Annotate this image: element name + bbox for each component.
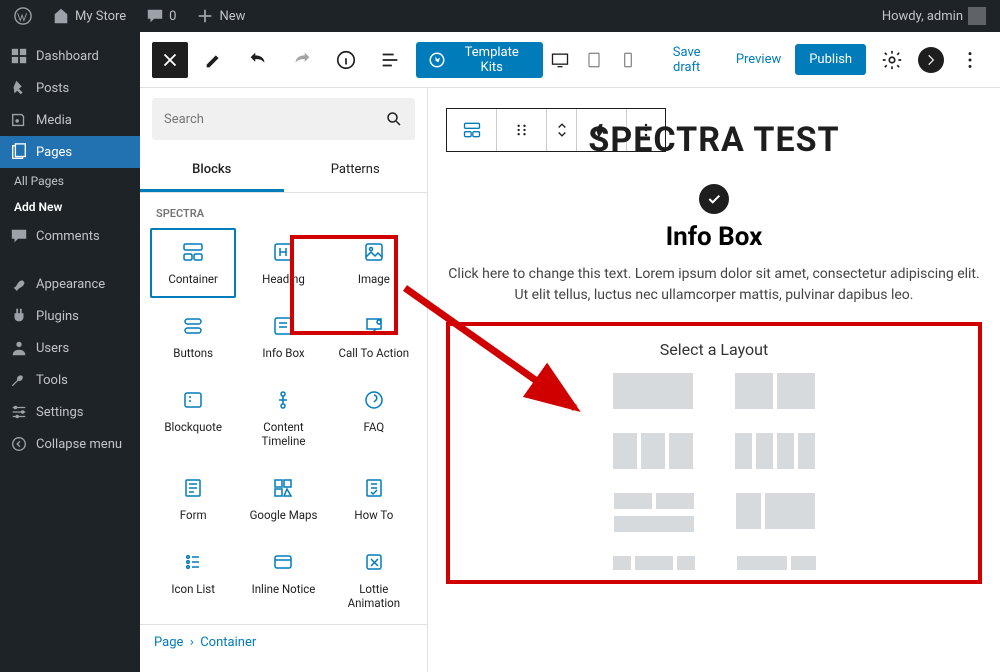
- editor-toolbar: Template Kits Save draft Preview Publish: [140, 32, 1000, 88]
- editor-canvas[interactable]: SPECTRA TEST Info Box Click here to chan…: [428, 88, 1000, 672]
- publish-button[interactable]: Publish: [795, 44, 866, 75]
- layout-b[interactable]: [737, 556, 816, 570]
- redo-button[interactable]: [284, 42, 320, 78]
- sidenav-posts[interactable]: Posts: [0, 72, 140, 104]
- save-draft-button[interactable]: Save draft: [652, 39, 722, 81]
- breadcrumb[interactable]: Page › Container: [140, 624, 427, 660]
- infobox-title[interactable]: Info Box: [446, 222, 982, 252]
- desktop-view[interactable]: [544, 44, 576, 76]
- new-content[interactable]: New: [190, 7, 251, 25]
- category-label: SPECTRA: [140, 193, 427, 226]
- block-container[interactable]: Container: [148, 226, 238, 300]
- layout-3col[interactable]: [613, 433, 693, 469]
- wp-logo[interactable]: [8, 7, 38, 25]
- layout-title: Select a Layout: [460, 340, 968, 359]
- block-inline-notice[interactable]: Inline Notice: [238, 536, 328, 624]
- block-heading[interactable]: Heading: [238, 226, 328, 300]
- check-icon: [699, 184, 729, 214]
- more-button[interactable]: [952, 42, 988, 78]
- layout-1col[interactable]: [613, 373, 693, 409]
- infobox-text[interactable]: Click here to change this text. Lorem ip…: [446, 264, 982, 306]
- block-type-icon[interactable]: [447, 109, 497, 151]
- block-blockquote[interactable]: Blockquote: [148, 374, 238, 462]
- site-name[interactable]: My Store: [46, 7, 132, 25]
- block-icon-list[interactable]: Icon List: [148, 536, 238, 624]
- layout-4col[interactable]: [735, 433, 815, 469]
- move-up-down[interactable]: [547, 109, 577, 151]
- edit-button[interactable]: [196, 42, 232, 78]
- sidenav-media[interactable]: Media: [0, 104, 140, 136]
- sidenav-appearance[interactable]: Appearance: [0, 268, 140, 300]
- tab-patterns[interactable]: Patterns: [284, 150, 428, 192]
- block-image[interactable]: Image: [329, 226, 419, 300]
- user-greeting[interactable]: Howdy, admin: [876, 7, 992, 25]
- search-input[interactable]: [164, 112, 355, 127]
- block-how-to[interactable]: How To: [329, 462, 419, 536]
- block-inserter: Blocks Patterns SPECTRA ContainerHeading…: [140, 88, 428, 672]
- admin-sidebar: DashboardPostsMediaPagesAll PagesAdd New…: [0, 32, 140, 672]
- info-button[interactable]: [328, 42, 364, 78]
- settings-button[interactable]: [874, 42, 910, 78]
- outline-button[interactable]: [372, 42, 408, 78]
- block-lottie-animation[interactable]: Lottie Animation: [329, 536, 419, 624]
- layout-1-2[interactable]: [736, 493, 815, 532]
- preview-button[interactable]: Preview: [730, 46, 787, 73]
- comments-count[interactable]: 0: [140, 7, 182, 25]
- avatar: [968, 7, 986, 25]
- block-buttons[interactable]: Buttons: [148, 300, 238, 374]
- admin-bar: My Store 0 New Howdy, admin: [0, 0, 1000, 32]
- search-icon: [385, 110, 403, 128]
- block-google-maps[interactable]: Google Maps: [238, 462, 328, 536]
- editor: Template Kits Save draft Preview Publish: [140, 32, 1000, 672]
- block-faq[interactable]: FAQ: [329, 374, 419, 462]
- mobile-view[interactable]: [612, 44, 644, 76]
- sidenav-sub-all-pages[interactable]: All Pages: [0, 168, 140, 194]
- block-form[interactable]: Form: [148, 462, 238, 536]
- layout-a[interactable]: [613, 556, 695, 570]
- template-kits-button[interactable]: Template Kits: [416, 42, 544, 78]
- sidenav-comments[interactable]: Comments: [0, 220, 140, 252]
- tab-blocks[interactable]: Blocks: [140, 150, 284, 192]
- undo-button[interactable]: [240, 42, 276, 78]
- block-content-timeline[interactable]: Content Timeline: [238, 374, 328, 462]
- close-inserter-button[interactable]: [152, 42, 188, 78]
- tablet-view[interactable]: [578, 44, 610, 76]
- spectra-icon[interactable]: [918, 47, 944, 73]
- search-box[interactable]: [152, 98, 415, 140]
- layout-picker: Select a Layout: [446, 322, 982, 584]
- sidenav-tools[interactable]: Tools: [0, 364, 140, 396]
- layout-2col[interactable]: [735, 373, 815, 409]
- sidenav-collapse-menu[interactable]: Collapse menu: [0, 428, 140, 460]
- sidenav-dashboard[interactable]: Dashboard: [0, 40, 140, 72]
- drag-handle[interactable]: [497, 109, 547, 151]
- block-info-box[interactable]: Info Box: [238, 300, 328, 374]
- sidenav-pages[interactable]: Pages: [0, 136, 140, 168]
- sidenav-plugins[interactable]: Plugins: [0, 300, 140, 332]
- block-call-to-action[interactable]: Call To Action: [329, 300, 419, 374]
- layout-2-1[interactable]: [614, 493, 694, 532]
- sidenav-sub-add-new[interactable]: Add New: [0, 194, 140, 220]
- sidenav-users[interactable]: Users: [0, 332, 140, 364]
- sidenav-settings[interactable]: Settings: [0, 396, 140, 428]
